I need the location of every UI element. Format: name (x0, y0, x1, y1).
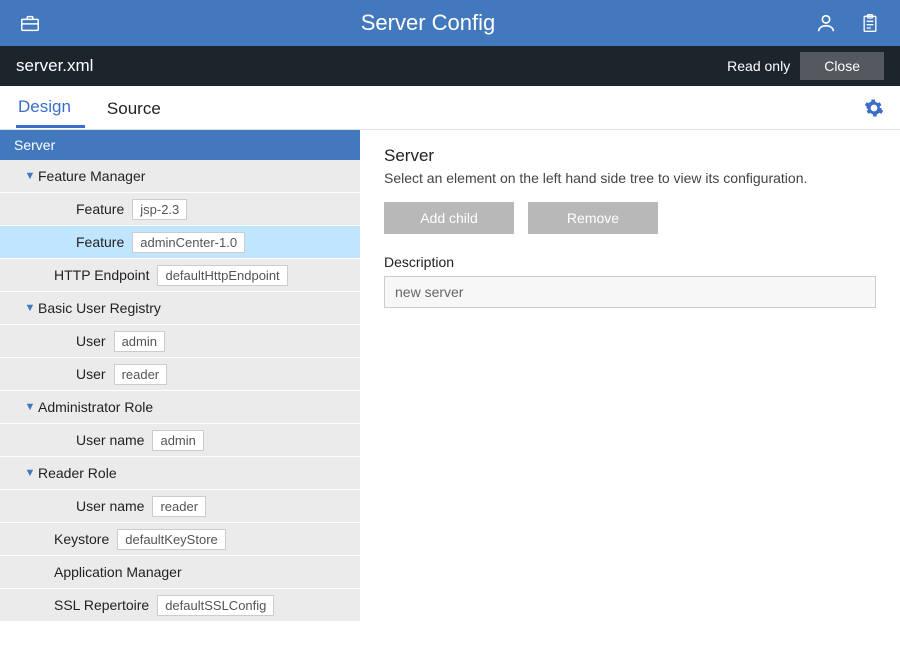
tab-design[interactable]: Design (16, 87, 85, 128)
add-child-button[interactable]: Add child (384, 202, 514, 234)
tree-root-server[interactable]: Server (0, 130, 360, 160)
caret-down-icon: ▼ (22, 170, 38, 182)
tab-source[interactable]: Source (105, 89, 175, 127)
tree-value-chip: adminCenter-1.0 (132, 232, 245, 253)
tree-label: Basic User Registry (38, 300, 161, 316)
gear-icon[interactable] (864, 98, 884, 118)
tree-label: Keystore (54, 531, 109, 547)
tree-item-user-admin[interactable]: User admin (0, 325, 360, 358)
file-bar: server.xml Read only Close (0, 46, 900, 86)
detail-hint: Select an element on the left hand side … (384, 170, 876, 186)
remove-button[interactable]: Remove (528, 202, 658, 234)
app-title: Server Config (44, 10, 812, 36)
tree-value-chip: defaultKeyStore (117, 529, 226, 550)
caret-down-icon: ▼ (22, 302, 38, 314)
tree-item-basic-user-registry[interactable]: ▼ Basic User Registry (0, 292, 360, 325)
tree-item-feature-jsp[interactable]: Feature jsp-2.3 (0, 193, 360, 226)
tree-value-chip: reader (152, 496, 206, 517)
detail-panel: Server Select an element on the left han… (360, 130, 900, 666)
clipboard-icon[interactable] (856, 9, 884, 37)
detail-heading: Server (384, 146, 876, 166)
tree-item-administrator-role[interactable]: ▼ Administrator Role (0, 391, 360, 424)
readonly-label: Read only (727, 58, 790, 74)
description-input[interactable] (384, 276, 876, 308)
tree-label: Feature (76, 234, 124, 250)
tree-item-username-admin[interactable]: User name admin (0, 424, 360, 457)
tree-item-application-manager[interactable]: Application Manager (0, 556, 360, 589)
tree-label: Application Manager (54, 564, 182, 580)
top-bar: Server Config (0, 0, 900, 46)
user-icon[interactable] (812, 9, 840, 37)
caret-down-icon: ▼ (22, 467, 38, 479)
tree-label: Reader Role (38, 465, 117, 481)
tab-bar: Design Source (0, 86, 900, 130)
tree-item-ssl-repertoire[interactable]: SSL Repertoire defaultSSLConfig (0, 589, 360, 622)
tree-value-chip: reader (114, 364, 168, 385)
tree-label: SSL Repertoire (54, 597, 149, 613)
tree-label: Administrator Role (38, 399, 153, 415)
tree-panel: Server ▼ Feature Manager Feature jsp-2.3… (0, 130, 360, 666)
tree-item-feature-manager[interactable]: ▼ Feature Manager (0, 160, 360, 193)
tree-label: User (76, 366, 106, 382)
caret-down-icon: ▼ (22, 401, 38, 413)
tree-value-chip: defaultHttpEndpoint (157, 265, 287, 286)
toolbox-icon[interactable] (16, 9, 44, 37)
tree-value-chip: admin (152, 430, 203, 451)
tree-item-feature-admincenter[interactable]: Feature adminCenter-1.0 (0, 226, 360, 259)
tree-item-user-reader[interactable]: User reader (0, 358, 360, 391)
file-name: server.xml (16, 56, 727, 76)
tree-value-chip: admin (114, 331, 165, 352)
tree-item-http-endpoint[interactable]: HTTP Endpoint defaultHttpEndpoint (0, 259, 360, 292)
tree-value-chip: jsp-2.3 (132, 199, 187, 220)
tree-label: Feature Manager (38, 168, 145, 184)
tree-value-chip: defaultSSLConfig (157, 595, 274, 616)
tree-label: Feature (76, 201, 124, 217)
tree-item-keystore[interactable]: Keystore defaultKeyStore (0, 523, 360, 556)
description-label: Description (384, 254, 876, 270)
tree-label: User name (76, 432, 144, 448)
close-button[interactable]: Close (800, 52, 884, 80)
tree-label: HTTP Endpoint (54, 267, 149, 283)
tree-item-username-reader[interactable]: User name reader (0, 490, 360, 523)
tree-label: User name (76, 498, 144, 514)
tree-item-reader-role[interactable]: ▼ Reader Role (0, 457, 360, 490)
tree-label: User (76, 333, 106, 349)
